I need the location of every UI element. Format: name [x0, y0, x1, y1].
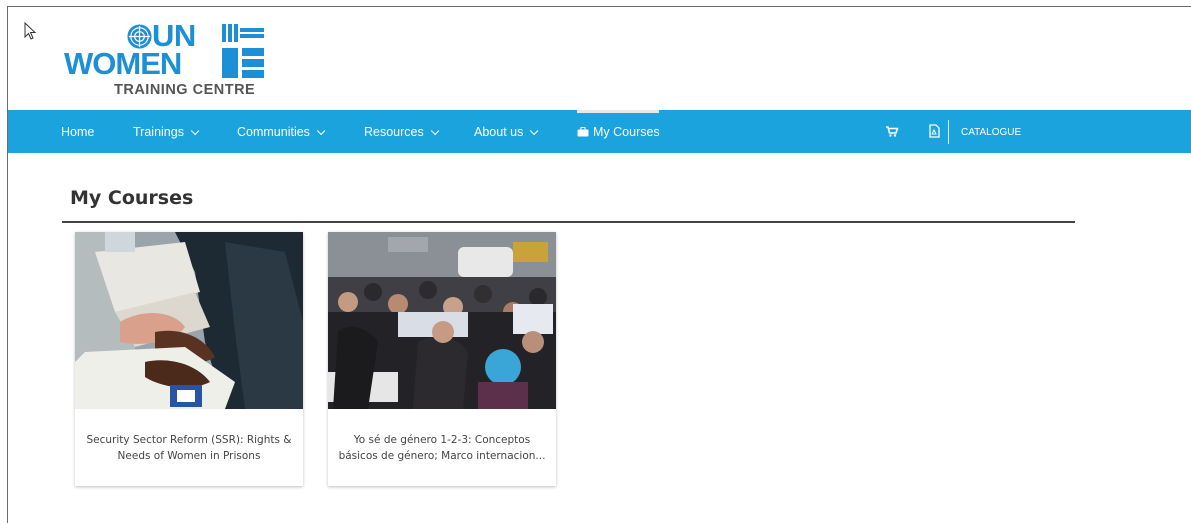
title-divider — [62, 221, 1075, 223]
chevron-down-icon — [430, 126, 440, 136]
nav-communities-label: Communities — [237, 125, 310, 139]
course-thumbnail-image — [75, 232, 303, 409]
nav-separator — [948, 120, 949, 144]
nav-resources-label: Resources — [364, 125, 424, 139]
course-thumbnail-image — [328, 232, 556, 409]
nav-home[interactable]: Home — [61, 110, 94, 153]
cart-icon[interactable] — [885, 124, 899, 138]
nav-communities[interactable]: Communities — [237, 110, 326, 153]
nav-catalogue[interactable]: CATALOGUE — [961, 110, 1021, 153]
nav-my-courses[interactable]: My Courses — [577, 110, 660, 153]
nav-resources[interactable]: Resources — [364, 110, 440, 153]
un-women-logo[interactable]: UN WOMEN TRAINING CENTRE — [64, 20, 274, 102]
chevron-down-icon — [190, 126, 200, 136]
nav-trainings-label: Trainings — [133, 125, 184, 139]
course-card-yo-se-de-genero[interactable]: Yo sé de género 1-2-3: Conceptos básicos… — [328, 232, 556, 486]
nav-home-label: Home — [61, 125, 95, 139]
nav-trainings[interactable]: Trainings — [133, 110, 200, 153]
nav-catalogue-label: CATALOGUE — [961, 127, 1022, 138]
logo-text-women: WOMEN — [64, 46, 182, 81]
page-title: My Courses — [70, 187, 194, 209]
nav-about-us[interactable]: About us — [474, 110, 539, 153]
course-title: Yo sé de género 1-2-3: Conceptos básicos… — [338, 434, 546, 462]
course-card-ssr[interactable]: Security Sector Reform (SSR): Rights & N… — [75, 232, 303, 486]
nav-my-courses-label: My Courses — [593, 125, 660, 139]
logo-text-training-centre: TRAINING CENTRE — [114, 82, 256, 98]
mouse-cursor-icon — [24, 22, 37, 40]
pdf-icon[interactable] — [927, 124, 941, 138]
chevron-down-icon — [530, 126, 539, 136]
nav-about-label: About us — [474, 125, 524, 139]
briefcase-icon — [577, 127, 589, 137]
main-nav-bar: Home Trainings Communities Resources Abo… — [8, 110, 1191, 153]
logo-bars-graphic — [222, 24, 264, 78]
chevron-down-icon — [316, 126, 326, 136]
course-title: Security Sector Reform (SSR): Rights & N… — [86, 434, 292, 462]
